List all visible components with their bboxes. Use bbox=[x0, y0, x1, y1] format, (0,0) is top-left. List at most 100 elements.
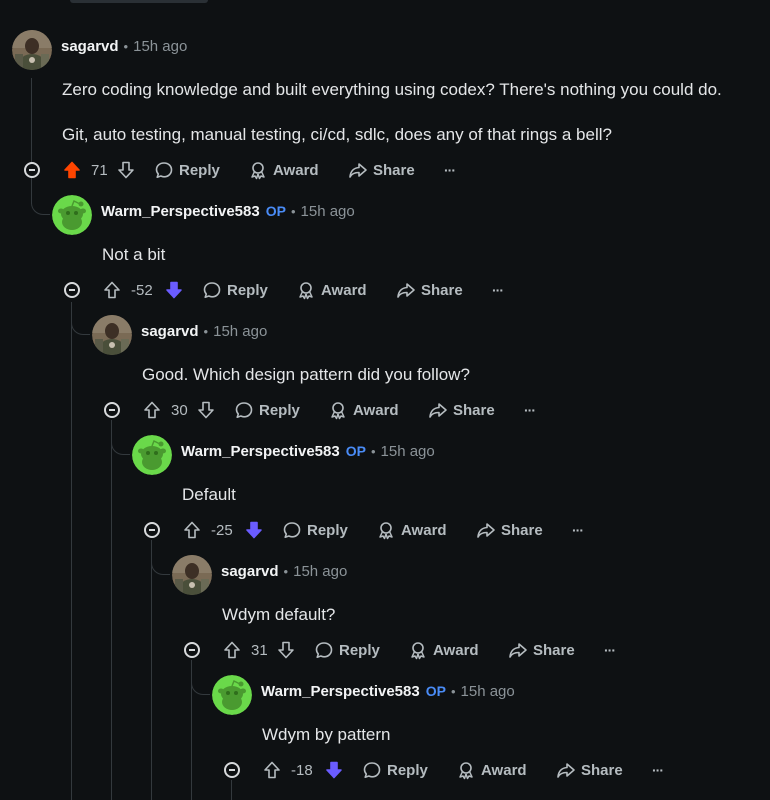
downvote-icon bbox=[118, 161, 134, 179]
author-name[interactable]: Warm_Perspective583 bbox=[181, 443, 340, 460]
author-name[interactable]: Warm_Perspective583 bbox=[261, 683, 420, 700]
reply-label: Reply bbox=[227, 281, 268, 299]
downvote-button[interactable] bbox=[196, 398, 216, 422]
award-button[interactable]: Award bbox=[296, 278, 367, 302]
downvote-button[interactable] bbox=[116, 158, 136, 182]
share-label: Share bbox=[421, 281, 463, 299]
collapse-thread-button[interactable] bbox=[64, 282, 80, 298]
upvote-button[interactable] bbox=[222, 638, 242, 662]
share-label: Share bbox=[533, 641, 575, 659]
collapse-thread-button[interactable] bbox=[104, 402, 120, 418]
thread-line bbox=[231, 780, 232, 800]
share-button[interactable]: Share bbox=[428, 398, 495, 422]
collapse-thread-button[interactable] bbox=[184, 642, 200, 658]
award-button[interactable]: Award bbox=[456, 758, 527, 782]
award-button[interactable]: Award bbox=[408, 638, 479, 662]
downvote-button[interactable] bbox=[244, 518, 264, 542]
reply-label: Reply bbox=[179, 161, 220, 179]
award-label: Award bbox=[433, 641, 479, 659]
author-name[interactable]: Warm_Perspective583 bbox=[101, 203, 260, 220]
award-button[interactable]: Award bbox=[328, 398, 399, 422]
reply-button[interactable]: Reply bbox=[362, 758, 428, 782]
reply-button[interactable]: Reply bbox=[282, 518, 348, 542]
timestamp[interactable]: 15h ago bbox=[293, 563, 347, 580]
award-button[interactable]: Award bbox=[248, 158, 319, 182]
downvote-button[interactable] bbox=[276, 638, 296, 662]
upvote-button[interactable] bbox=[102, 278, 122, 302]
comment-header: Warm_Perspective583 OP • 15h ago bbox=[181, 441, 435, 461]
upvote-button[interactable] bbox=[62, 158, 82, 182]
collapse-thread-button[interactable] bbox=[224, 762, 240, 778]
award-label: Award bbox=[353, 401, 399, 419]
award-icon bbox=[299, 282, 313, 300]
op-badge: OP bbox=[265, 203, 286, 219]
comment-text: Not a bit bbox=[102, 245, 166, 264]
thread-elbow bbox=[31, 200, 50, 215]
share-icon bbox=[349, 163, 367, 178]
share-button[interactable]: Share bbox=[556, 758, 623, 782]
separator-dot: • bbox=[450, 683, 456, 699]
award-icon bbox=[411, 642, 425, 660]
reply-icon bbox=[315, 642, 333, 658]
thread-line bbox=[71, 304, 72, 800]
award-button[interactable]: Award bbox=[376, 518, 447, 542]
collapse-thread-button[interactable] bbox=[24, 162, 40, 178]
author-name[interactable]: sagarvd bbox=[141, 323, 199, 340]
award-icon bbox=[379, 522, 393, 540]
downvote-button[interactable] bbox=[324, 758, 344, 782]
author-name[interactable]: sagarvd bbox=[61, 38, 119, 55]
award-label: Award bbox=[481, 761, 527, 779]
comment-text: Wdym by pattern bbox=[262, 725, 391, 744]
reply-button[interactable]: Reply bbox=[314, 638, 380, 662]
share-label: Share bbox=[581, 761, 623, 779]
share-button[interactable]: Share bbox=[396, 278, 463, 302]
separator-dot: • bbox=[123, 38, 129, 54]
comment-actions: 31 Reply Award Share ··· bbox=[222, 638, 750, 662]
reply-icon bbox=[363, 762, 381, 778]
vote-score: -52 bbox=[131, 281, 153, 299]
avatar[interactable] bbox=[12, 30, 52, 70]
upvote-button[interactable] bbox=[142, 398, 162, 422]
upvote-icon bbox=[224, 641, 240, 659]
reply-button[interactable]: Reply bbox=[234, 398, 300, 422]
upvote-button[interactable] bbox=[182, 518, 202, 542]
downvote-button[interactable] bbox=[164, 278, 184, 302]
comment-actions: -52 Reply Award Share ··· bbox=[102, 278, 750, 302]
timestamp[interactable]: 15h ago bbox=[213, 323, 267, 340]
share-button[interactable]: Share bbox=[476, 518, 543, 542]
more-options-icon[interactable]: ··· bbox=[444, 158, 456, 182]
reply-label: Reply bbox=[307, 521, 348, 539]
author-name[interactable]: sagarvd bbox=[221, 563, 279, 580]
timestamp[interactable]: 15h ago bbox=[381, 443, 435, 460]
avatar[interactable] bbox=[92, 315, 132, 355]
reply-icon bbox=[155, 162, 173, 178]
comment-header: sagarvd • 15h ago bbox=[141, 321, 267, 341]
reply-icon bbox=[235, 402, 253, 418]
more-options-icon[interactable]: ··· bbox=[524, 398, 536, 422]
share-button[interactable]: Share bbox=[348, 158, 415, 182]
share-icon bbox=[477, 523, 495, 538]
more-options-icon[interactable]: ··· bbox=[652, 758, 664, 782]
avatar[interactable] bbox=[172, 555, 212, 595]
avatar[interactable] bbox=[132, 435, 172, 475]
share-icon bbox=[397, 283, 415, 298]
share-button[interactable]: Share bbox=[508, 638, 575, 662]
more-options-icon[interactable]: ··· bbox=[572, 518, 584, 542]
downvote-icon bbox=[166, 281, 182, 299]
avatar[interactable] bbox=[52, 195, 92, 235]
comment-text: Good. Which design pattern did you follo… bbox=[142, 365, 470, 384]
timestamp[interactable]: 15h ago bbox=[301, 203, 355, 220]
vote-score: 71 bbox=[91, 161, 108, 179]
thread-line bbox=[111, 420, 112, 800]
reply-label: Reply bbox=[387, 761, 428, 779]
award-label: Award bbox=[321, 281, 367, 299]
timestamp[interactable]: 15h ago bbox=[133, 38, 187, 55]
avatar[interactable] bbox=[212, 675, 252, 715]
upvote-button[interactable] bbox=[262, 758, 282, 782]
more-options-icon[interactable]: ··· bbox=[492, 278, 504, 302]
collapse-thread-button[interactable] bbox=[144, 522, 160, 538]
more-options-icon[interactable]: ··· bbox=[604, 638, 616, 662]
reply-button[interactable]: Reply bbox=[202, 278, 268, 302]
reply-button[interactable]: Reply bbox=[154, 158, 220, 182]
timestamp[interactable]: 15h ago bbox=[461, 683, 515, 700]
